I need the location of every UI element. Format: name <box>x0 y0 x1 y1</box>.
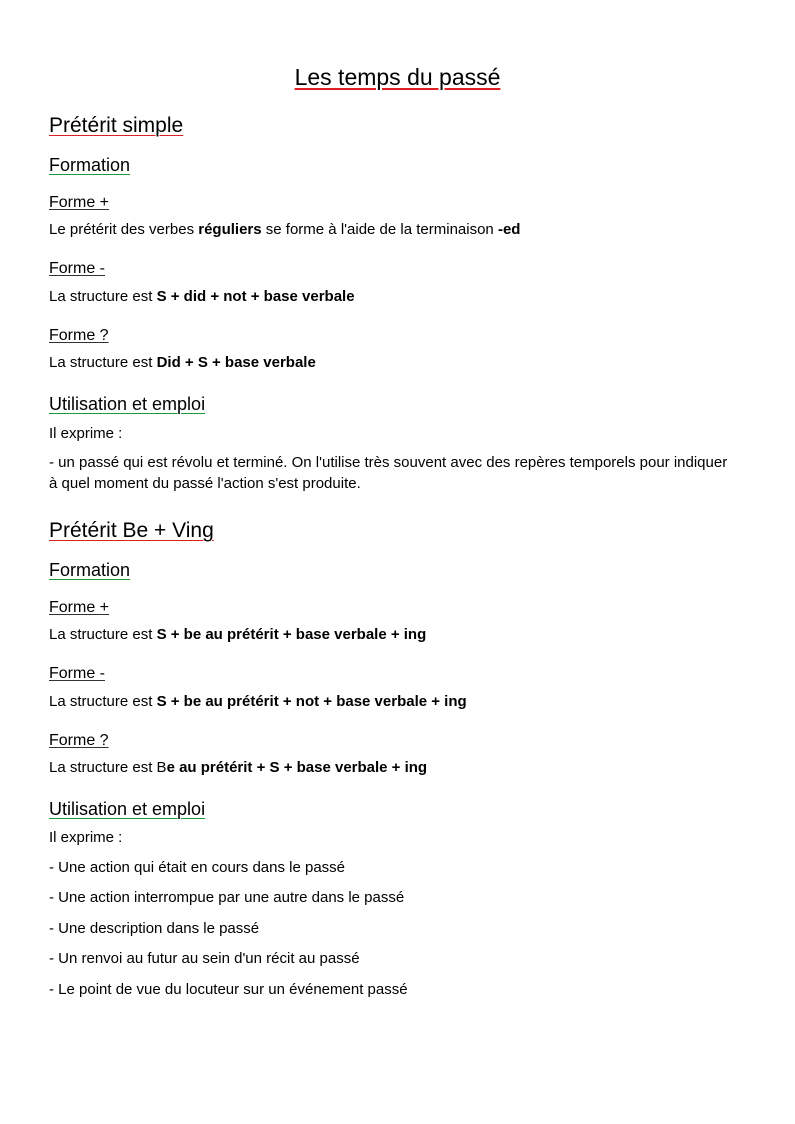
usage-heading: Utilisation et emploi <box>49 394 206 414</box>
forme-moins-text: La structure est S + be au prétérit + no… <box>49 693 467 710</box>
page-title: Les temps du passé <box>294 64 501 90</box>
forme-moins-label: Forme - <box>49 665 105 682</box>
section-heading-preterit-be-ving: Prétérit Be + Ving <box>49 519 214 542</box>
usage-item: - Une description dans le passé <box>49 920 260 937</box>
usage-intro: Il exprime : <box>49 425 123 442</box>
usage-item: - Une action interrompue par une autre d… <box>49 889 405 906</box>
forme-question-text: La structure est Did + S + base verbale <box>49 354 316 371</box>
forme-plus-label: Forme + <box>49 194 110 211</box>
forme-plus-text: Le prétérit des verbes réguliers se form… <box>49 221 521 238</box>
forme-question-text: La structure est Be au prétérit + S + ba… <box>49 759 428 776</box>
usage-item: - Le point de vue du locuteur sur un évé… <box>49 981 408 998</box>
usage-intro: Il exprime : <box>49 829 123 846</box>
formation-heading: Formation <box>49 155 131 175</box>
forme-question-label: Forme ? <box>49 732 109 749</box>
section-heading-preterit-simple: Prétérit simple <box>49 114 184 137</box>
forme-plus-text: La structure est S + be au prétérit + ba… <box>49 626 427 643</box>
usage-item: - un passé qui est révolu et terminé. On… <box>49 454 728 492</box>
usage-item: - Une action qui était en cours dans le … <box>49 859 346 876</box>
forme-moins-text: La structure est S + did + not + base ve… <box>49 288 355 305</box>
document-page: Les temps du passé Prétérit simple Forma… <box>0 0 795 1124</box>
forme-moins-label: Forme - <box>49 260 105 277</box>
usage-item: - Un renvoi au futur au sein d'un récit … <box>49 950 360 967</box>
formation-heading: Formation <box>49 560 131 580</box>
usage-heading: Utilisation et emploi <box>49 799 206 819</box>
forme-plus-label: Forme + <box>49 599 110 616</box>
forme-question-label: Forme ? <box>49 327 109 344</box>
